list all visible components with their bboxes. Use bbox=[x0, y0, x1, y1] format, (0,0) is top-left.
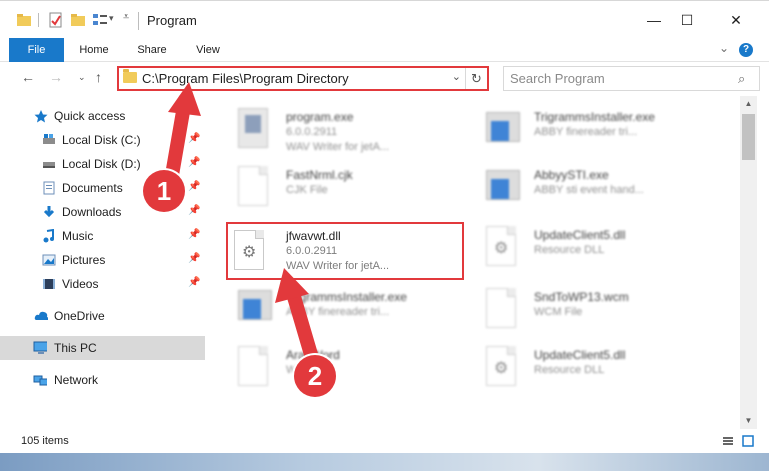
annotation-arrows bbox=[165, 82, 319, 365]
step-badge-2: 2 bbox=[294, 355, 336, 397]
step-badge-1: 1 bbox=[143, 170, 185, 212]
